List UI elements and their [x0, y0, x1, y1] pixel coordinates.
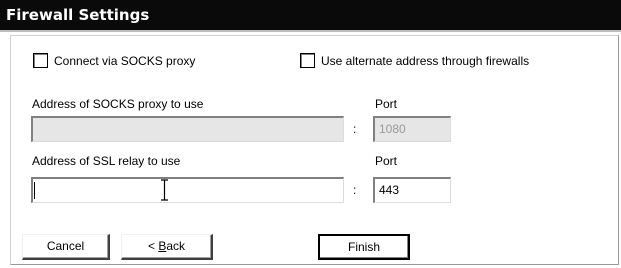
- ssl-port-input[interactable]: 443: [373, 177, 451, 203]
- dialog-title: Firewall Settings: [0, 0, 621, 30]
- finish-button[interactable]: Finish: [318, 234, 410, 260]
- socks-address-input: [31, 116, 344, 142]
- text-caret: [34, 182, 35, 199]
- settings-panel: [10, 35, 619, 265]
- socks-port-input: 1080: [373, 116, 451, 142]
- ssl-port-separator: :: [353, 183, 357, 197]
- ibeam-cursor-icon: [161, 179, 168, 201]
- socks-port-separator: :: [353, 122, 357, 136]
- back-button[interactable]: < Back: [121, 234, 213, 260]
- back-button-rest: ack: [166, 239, 186, 253]
- firewall-settings-dialog: Firewall Settings Connect via SOCKS prox…: [0, 0, 621, 268]
- back-button-prefix: <: [147, 239, 159, 253]
- ssl-address-input[interactable]: [31, 177, 344, 203]
- title-divider: [0, 30, 621, 32]
- ssl-port-label: Port: [375, 154, 398, 168]
- socks-address-label: Address of SOCKS proxy to use: [32, 97, 204, 111]
- socks-proxy-option[interactable]: Connect via SOCKS proxy: [33, 53, 195, 68]
- socks-port-label: Port: [375, 97, 398, 111]
- alternate-address-checkbox-label: Use alternate address through firewalls: [321, 53, 530, 68]
- alternate-address-checkbox[interactable]: [300, 53, 315, 68]
- alternate-address-option[interactable]: Use alternate address through firewalls: [300, 53, 529, 68]
- ssl-address-label: Address of SSL relay to use: [32, 154, 181, 168]
- socks-proxy-checkbox[interactable]: [33, 53, 48, 68]
- cancel-button[interactable]: Cancel: [22, 234, 110, 260]
- socks-proxy-checkbox-label: Connect via SOCKS proxy: [54, 53, 196, 68]
